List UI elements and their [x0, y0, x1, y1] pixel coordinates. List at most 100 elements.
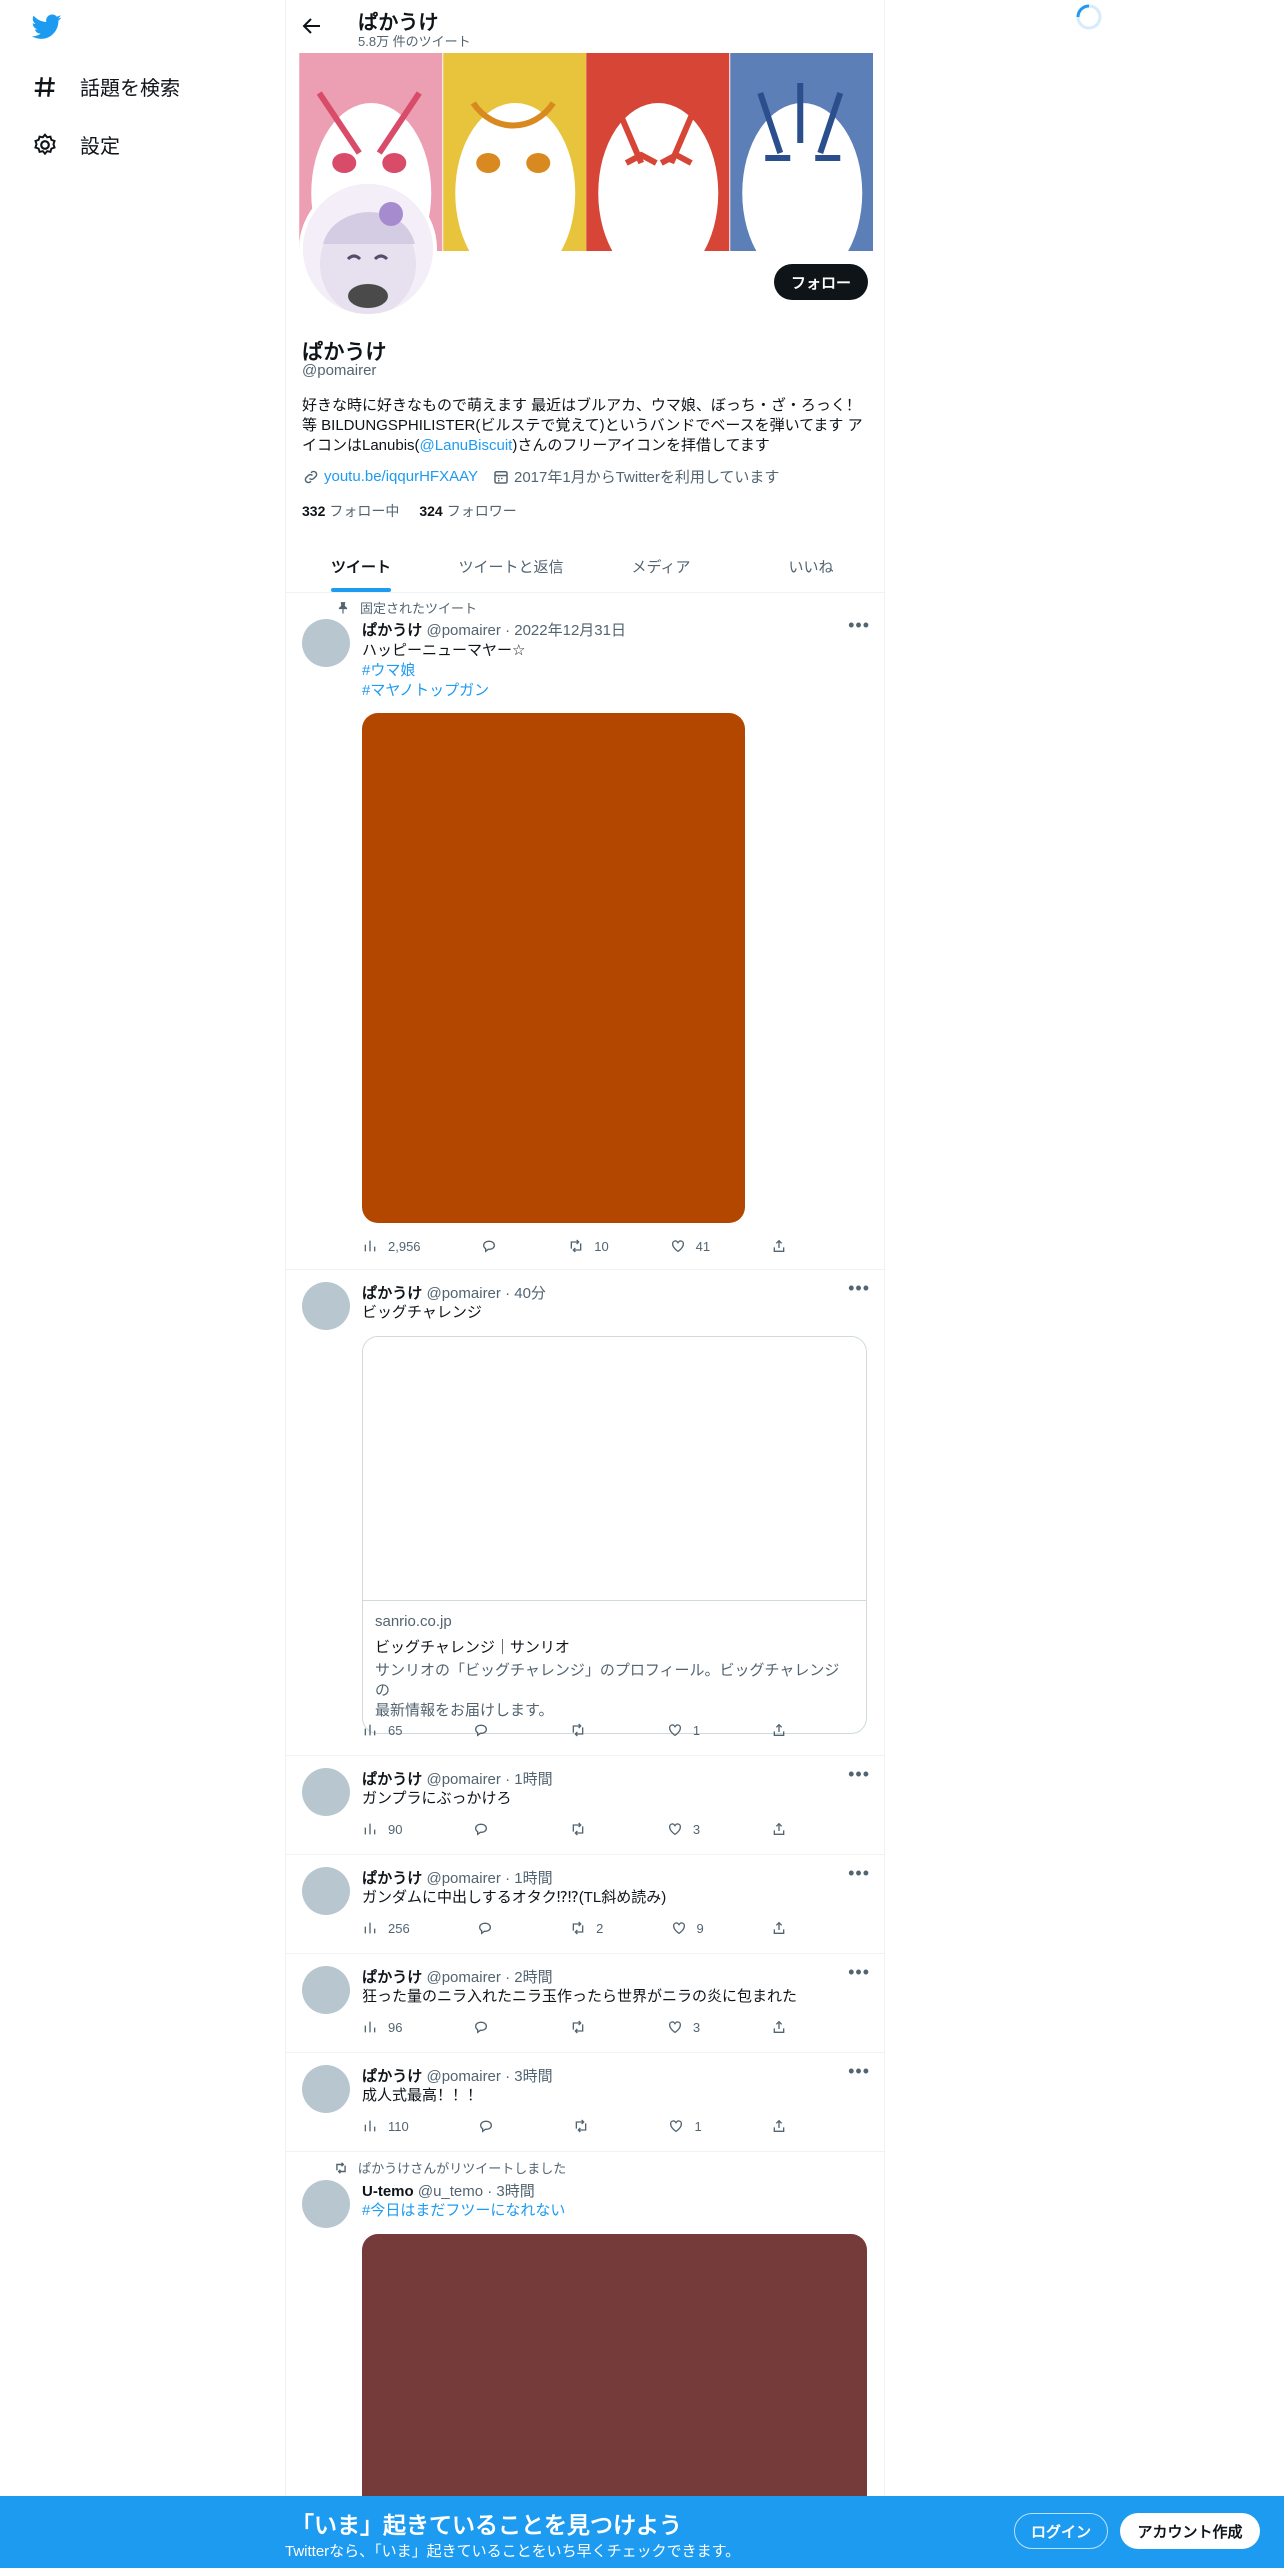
- share-button[interactable]: [771, 2019, 787, 2035]
- tweet-author-name[interactable]: ぱかうけ: [362, 622, 422, 639]
- tweet[interactable]: ぱかうけ @pomairer · 1時間 ••• ガンダムに中出しするオタク⁉⁉…: [286, 1855, 884, 1954]
- more-options-icon[interactable]: •••: [848, 615, 870, 636]
- tweet-avatar[interactable]: [302, 2180, 350, 2228]
- tab-tweets[interactable]: ツイート: [286, 540, 436, 592]
- views-button[interactable]: 2,956: [362, 1238, 421, 1254]
- tweet-author-name[interactable]: U-temo: [362, 2183, 414, 2200]
- share-button[interactable]: [771, 2118, 787, 2134]
- more-options-icon[interactable]: •••: [848, 2061, 870, 2082]
- tab-media[interactable]: メディア: [586, 540, 736, 592]
- retweet-button[interactable]: [570, 1821, 596, 1837]
- tab-tweets-replies[interactable]: ツイートと返信: [436, 540, 586, 592]
- tweet-pinned[interactable]: 固定されたツイート ぱかうけ @pomairer · 2022年12月31日 •…: [286, 593, 884, 1270]
- tweet-avatar[interactable]: [302, 1282, 350, 1330]
- tweet[interactable]: ぱかうけ @pomairer · 1時間 ••• ガンプラにぶっかけろ 90 3: [286, 1756, 884, 1855]
- followers-label: フォロワー: [446, 503, 517, 519]
- follow-stats: 332 フォロー中 324 フォロワー: [302, 501, 517, 521]
- share-button[interactable]: [771, 1821, 787, 1837]
- views-button[interactable]: 90: [362, 1821, 402, 1837]
- tweet-author-name[interactable]: ぱかうけ: [362, 1969, 422, 1986]
- reply-button[interactable]: [481, 1238, 507, 1254]
- tweet[interactable]: ぱかうけ @pomairer · 2時間 ••• 狂った量のニラ入れたニラ玉作っ…: [286, 1954, 884, 2053]
- views-button[interactable]: 110: [362, 2118, 409, 2134]
- hashtag-link[interactable]: #ウマ娘: [362, 661, 525, 681]
- link-card[interactable]: sanrio.co.jp ビッグチャレンジ｜サンリオ サンリオの「ビッグチャレン…: [362, 1336, 867, 1734]
- banner-panel-red: [586, 53, 730, 251]
- tweet-avatar[interactable]: [302, 1768, 350, 1816]
- share-button[interactable]: [771, 1722, 787, 1738]
- retweet-button[interactable]: [573, 2118, 599, 2134]
- tweet-media-image[interactable]: [362, 713, 745, 1223]
- like-count: 9: [696, 1920, 704, 1936]
- retweet-button[interactable]: [570, 2019, 596, 2035]
- like-button[interactable]: 3: [667, 1821, 700, 1837]
- tweet[interactable]: ぱかうけ @pomairer · 3時間 ••• 成人式最高！！！ 110 1: [286, 2053, 884, 2152]
- link-card-description: サンリオの「ビッグチャレンジ」のプロフィール。ビッグチャレンジの 最新情報をお届け…: [375, 1661, 854, 1721]
- tweet-with-card[interactable]: ぱかうけ @pomairer · 40分 ••• ビッグチャレンジ sanrio…: [286, 1270, 884, 1756]
- retweet-button[interactable]: [570, 1722, 596, 1738]
- profile-link[interactable]: youtu.be/iqqurHFXAAY: [324, 468, 478, 485]
- reply-button[interactable]: [473, 2019, 499, 2035]
- tab-likes[interactable]: いいね: [736, 540, 884, 592]
- views-count: 256: [388, 1920, 410, 1936]
- tweet-actions: 2,956 10 41: [362, 1238, 787, 1254]
- hashtag-link[interactable]: #今日はまだフツーになれない: [362, 2201, 565, 2221]
- tweet-author-name[interactable]: ぱかうけ: [362, 1870, 422, 1887]
- like-button[interactable]: 1: [667, 1722, 700, 1738]
- share-button[interactable]: [771, 1238, 787, 1254]
- views-button[interactable]: 96: [362, 2019, 402, 2035]
- tweet-avatar[interactable]: [302, 1966, 350, 2014]
- tweet-avatar[interactable]: [302, 2065, 350, 2113]
- reply-button[interactable]: [477, 1920, 503, 1936]
- tweet-avatar[interactable]: [302, 1867, 350, 1915]
- link-icon: [304, 470, 318, 483]
- more-options-icon[interactable]: •••: [848, 1962, 870, 1983]
- tweet-author-meta: @pomairer · 40分: [426, 1285, 546, 1302]
- tweet-author-name[interactable]: ぱかうけ: [362, 2068, 422, 2085]
- nav-settings-label: 設定: [80, 136, 120, 158]
- like-button[interactable]: 9: [671, 1920, 704, 1936]
- like-button[interactable]: 41: [670, 1238, 710, 1254]
- like-count: 41: [695, 1238, 711, 1254]
- profile-avatar[interactable]: [299, 180, 437, 318]
- reply-button[interactable]: [473, 1821, 499, 1837]
- follow-button[interactable]: フォロー: [774, 264, 868, 300]
- tweet-header: ぱかうけ @pomairer · 1時間: [362, 1768, 553, 1789]
- top-bar: ぱかうけ 5.8万 件のツイート: [286, 0, 884, 53]
- reply-icon: [475, 1823, 488, 1836]
- share-button[interactable]: [771, 1920, 787, 1936]
- more-options-icon[interactable]: •••: [848, 1278, 870, 1299]
- back-arrow-icon[interactable]: [300, 14, 324, 38]
- reply-button[interactable]: [473, 1722, 499, 1738]
- analytics-icon: [364, 1240, 376, 1252]
- signup-button[interactable]: アカウント作成: [1120, 2513, 1260, 2549]
- views-button[interactable]: 256: [362, 1920, 410, 1936]
- like-button[interactable]: 3: [667, 2019, 700, 2035]
- main-column: ぱかうけ 5.8万 件のツイート フォロー ぱかうけ @pomairer 好きな…: [285, 0, 885, 2568]
- reply-button[interactable]: [478, 2118, 504, 2134]
- views-count: 2,956: [388, 1238, 421, 1254]
- login-button[interactable]: ログイン: [1014, 2513, 1108, 2549]
- tweet-avatar[interactable]: [302, 619, 350, 667]
- nav-settings[interactable]: 設定: [32, 130, 120, 159]
- hashtag-icon: [34, 76, 55, 97]
- retweet-button[interactable]: 2: [570, 1920, 603, 1936]
- tweet-author-name[interactable]: ぱかうけ: [362, 1771, 422, 1788]
- bio-mention-link[interactable]: @LanuBiscuit: [420, 437, 513, 454]
- views-button[interactable]: 65: [362, 1722, 402, 1738]
- more-options-icon[interactable]: •••: [848, 1863, 870, 1884]
- tweet-author-name[interactable]: ぱかうけ: [362, 1285, 422, 1302]
- tweet-text-body: ハッピーニューマヤー☆: [362, 642, 526, 659]
- twitter-logo-icon[interactable]: [32, 14, 62, 40]
- following-link[interactable]: 332 フォロー中: [302, 501, 399, 521]
- followers-link[interactable]: 324 フォロワー: [419, 501, 516, 521]
- nav-explore[interactable]: 話題を検索: [32, 72, 180, 101]
- hashtag-link[interactable]: #マヤノトップガン: [362, 681, 525, 701]
- header-tweet-count: 5.8万 件のツイート: [358, 34, 471, 49]
- tweet-author-meta: @pomairer · 1時間: [426, 1771, 553, 1788]
- link-card-desc-line: サンリオの「ビッグチャレンジ」のプロフィール。ビッグチャレンジの: [375, 1662, 840, 1699]
- like-count: 3: [692, 1821, 701, 1837]
- retweet-button[interactable]: 10: [568, 1238, 609, 1254]
- more-options-icon[interactable]: •••: [848, 1764, 870, 1785]
- like-button[interactable]: 1: [668, 2118, 702, 2134]
